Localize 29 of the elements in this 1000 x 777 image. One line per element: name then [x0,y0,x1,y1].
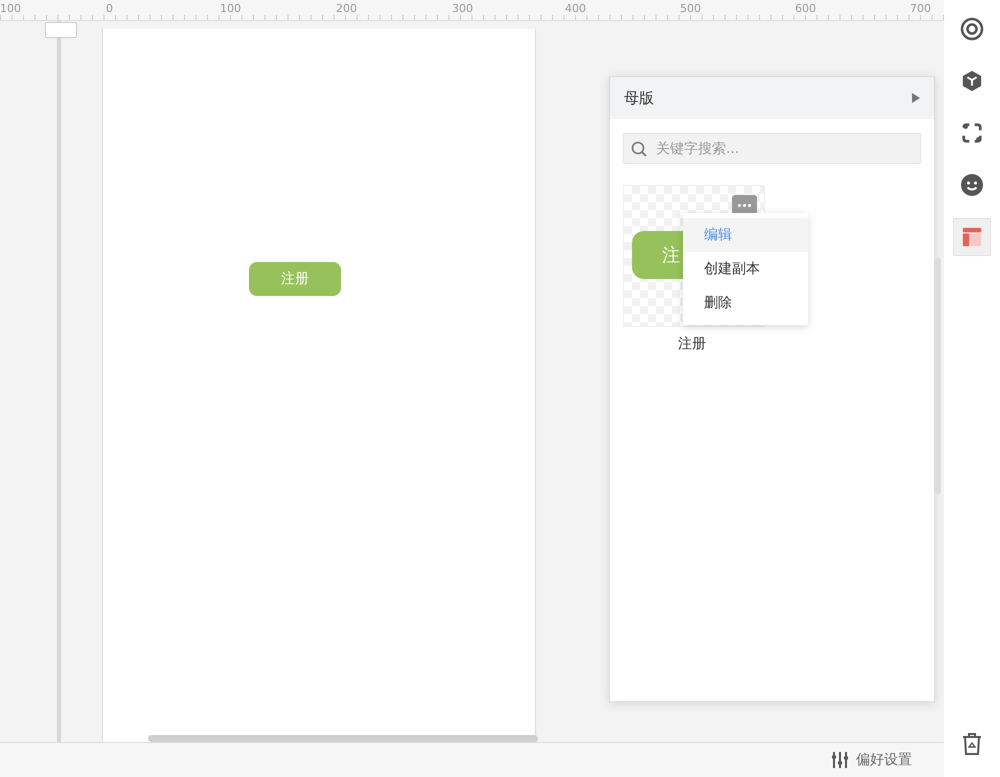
trash-icon [962,732,982,756]
ruler-label: 100 [220,2,241,15]
sliders-icon[interactable] [832,751,848,769]
ruler-label: 500 [680,2,701,15]
menu-item[interactable]: 删除 [683,286,808,320]
ruler-label: 100 [0,2,21,15]
panel-title: 母版 [624,88,654,108]
ruler-label: 400 [565,2,586,15]
scrollbar[interactable] [935,258,941,494]
master-label: 注册 [678,335,707,353]
more-button[interactable] [732,195,757,215]
expand-icon[interactable] [912,93,920,103]
search-field[interactable]: 关键字搜索... [623,133,921,164]
smiley-icon [960,173,984,197]
selection-frame-icon [961,122,983,144]
target-icon [960,17,984,41]
menu-item[interactable]: 编辑 [683,218,808,252]
cube-icon [961,70,983,92]
scrollbar[interactable] [148,735,538,742]
menu-item[interactable]: 创建副本 [683,252,808,286]
guide-handle[interactable] [45,22,77,38]
layout-icon [961,226,983,248]
search-icon [631,141,647,157]
ruler-label: 600 [795,2,816,15]
ruler-label: 700 [910,2,931,15]
ruler-label: 300 [452,2,473,15]
ruler-label: 200 [336,2,357,15]
ruler-label: 0 [106,2,113,15]
preferences-link[interactable]: 偏好设置 [856,751,912,769]
